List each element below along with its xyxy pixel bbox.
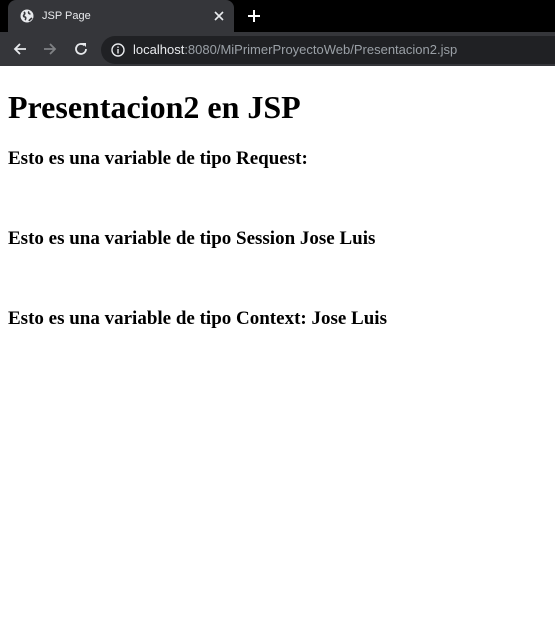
close-icon[interactable] — [213, 10, 225, 22]
tab-title: JSP Page — [42, 10, 91, 22]
browser-tab[interactable]: JSP Page — [8, 0, 234, 32]
session-variable-line: Esto es una variable de tipo Session Jos… — [8, 228, 376, 249]
plus-icon[interactable] — [246, 8, 262, 24]
address-bar[interactable]: localhost:8080/MiPrimerProyectoWeb/Prese… — [101, 36, 555, 64]
page-title: Presentacion2 en JSP — [8, 89, 301, 125]
browser-toolbar: localhost:8080/MiPrimerProyectoWeb/Prese… — [0, 32, 555, 66]
page-content: Presentacion2 en JSP Esto es una variabl… — [0, 66, 555, 617]
tab-strip: JSP Page — [0, 0, 555, 32]
reload-icon[interactable] — [73, 41, 89, 57]
globe-icon — [20, 9, 34, 23]
info-icon[interactable] — [111, 43, 125, 57]
back-arrow-icon[interactable] — [12, 41, 28, 57]
url-path: :8080/MiPrimerProyectoWeb/Presentacion2.… — [184, 42, 458, 57]
forward-arrow-icon[interactable] — [42, 41, 58, 57]
request-variable-line: Esto es una variable de tipo Request: — [8, 148, 308, 169]
url-text[interactable]: localhost:8080/MiPrimerProyectoWeb/Prese… — [133, 42, 457, 58]
context-variable-line: Esto es una variable de tipo Context: Jo… — [8, 308, 387, 329]
url-host: localhost — [133, 42, 185, 57]
